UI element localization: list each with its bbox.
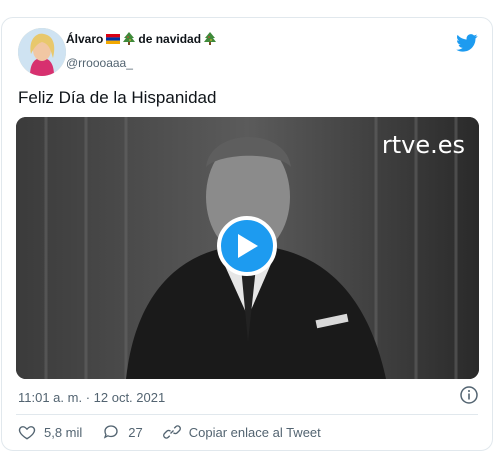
rtve-watermark: rtve.es [381, 131, 465, 159]
like-count: 5,8 mil [44, 424, 83, 440]
copy-link-label: Copiar enlace al Tweet [188, 424, 321, 440]
reply-count: 27 [128, 424, 143, 440]
reply-button[interactable]: 27 [102, 423, 143, 441]
tweet-card[interactable]: Álvaro de navidad @rroooaaa_ Feliz Día d… [1, 17, 493, 451]
armenia-flag-icon [106, 34, 121, 44]
twitter-bird-icon[interactable] [456, 34, 478, 52]
heart-icon [18, 426, 36, 440]
action-bar: 5,8 mil 27 Copiar enlace al Tweet [18, 423, 341, 441]
play-icon [238, 234, 258, 258]
timestamp-separator: · [82, 390, 94, 405]
christmas-tree-icon [123, 32, 136, 45]
copy-link-button[interactable]: Copiar enlace al Tweet [162, 423, 321, 441]
tweet-time: 11:01 a. m. [18, 390, 83, 405]
tweet-timestamp[interactable]: 11:01 a. m. · 12 oct. 2021 [18, 390, 165, 405]
christmas-tree-icon [204, 32, 217, 45]
avatar[interactable] [18, 28, 66, 76]
reply-bubble-icon [104, 425, 118, 439]
play-button[interactable] [217, 216, 277, 276]
like-button[interactable]: 5,8 mil [18, 423, 82, 441]
display-name-suffix: de navidad [138, 32, 202, 46]
info-icon[interactable] [460, 386, 478, 404]
tweet-text: Feliz Día de la Hispanidad [18, 88, 217, 107]
display-name[interactable]: Álvaro de navidad [66, 32, 217, 46]
tweet-date: 12 oct. 2021 [93, 390, 166, 405]
video-player[interactable]: rtve.es [16, 117, 479, 379]
link-icon [162, 425, 181, 439]
display-name-text: Álvaro [66, 32, 104, 46]
user-handle[interactable]: @rroooaaa_ [66, 56, 133, 70]
divider [16, 414, 478, 415]
